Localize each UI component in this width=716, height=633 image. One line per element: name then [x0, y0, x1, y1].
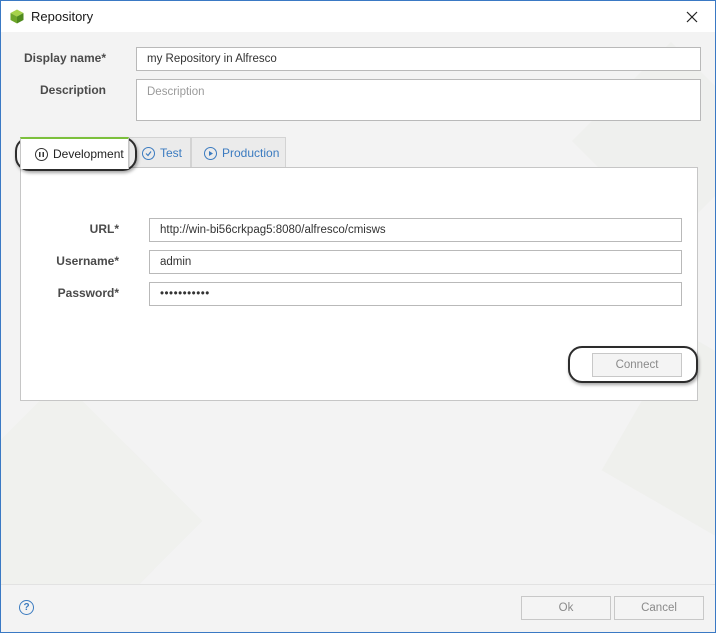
tab-label: Test	[160, 146, 183, 160]
description-field[interactable]	[136, 79, 701, 121]
app-cube-icon	[10, 9, 24, 24]
play-circle-icon	[204, 146, 217, 160]
tab-panel-development: URL* Username* Password* ••••••••••• Con…	[20, 167, 698, 401]
repository-dialog: Repository Display name* Description Dev…	[0, 0, 716, 633]
close-icon	[686, 11, 698, 22]
dialog-footer: ? Ok Cancel	[1, 584, 715, 632]
username-field[interactable]	[149, 250, 682, 274]
tab-label: Development	[53, 147, 124, 161]
display-name-label: Display name*	[23, 51, 106, 65]
window-title: Repository	[31, 9, 94, 24]
password-field[interactable]: •••••••••••	[149, 282, 682, 306]
help-icon[interactable]: ?	[19, 600, 34, 615]
check-circle-icon	[142, 146, 155, 160]
url-field[interactable]	[149, 218, 682, 242]
ok-button[interactable]: Ok	[521, 596, 611, 620]
description-label: Description	[39, 83, 106, 97]
title-bar: Repository	[1, 1, 715, 32]
tab-development[interactable]: Development	[20, 137, 129, 169]
tab-production[interactable]: Production	[191, 137, 286, 168]
cancel-button[interactable]: Cancel	[614, 596, 704, 620]
tab-label: Production	[222, 146, 280, 160]
password-label: Password*	[57, 286, 119, 300]
pause-circle-icon	[35, 147, 48, 161]
url-label: URL*	[89, 222, 119, 236]
username-label: Username*	[56, 254, 119, 268]
connect-button[interactable]: Connect	[592, 353, 682, 377]
close-button[interactable]	[669, 1, 715, 32]
tab-test[interactable]: Test	[129, 137, 191, 168]
display-name-field[interactable]	[136, 47, 701, 71]
